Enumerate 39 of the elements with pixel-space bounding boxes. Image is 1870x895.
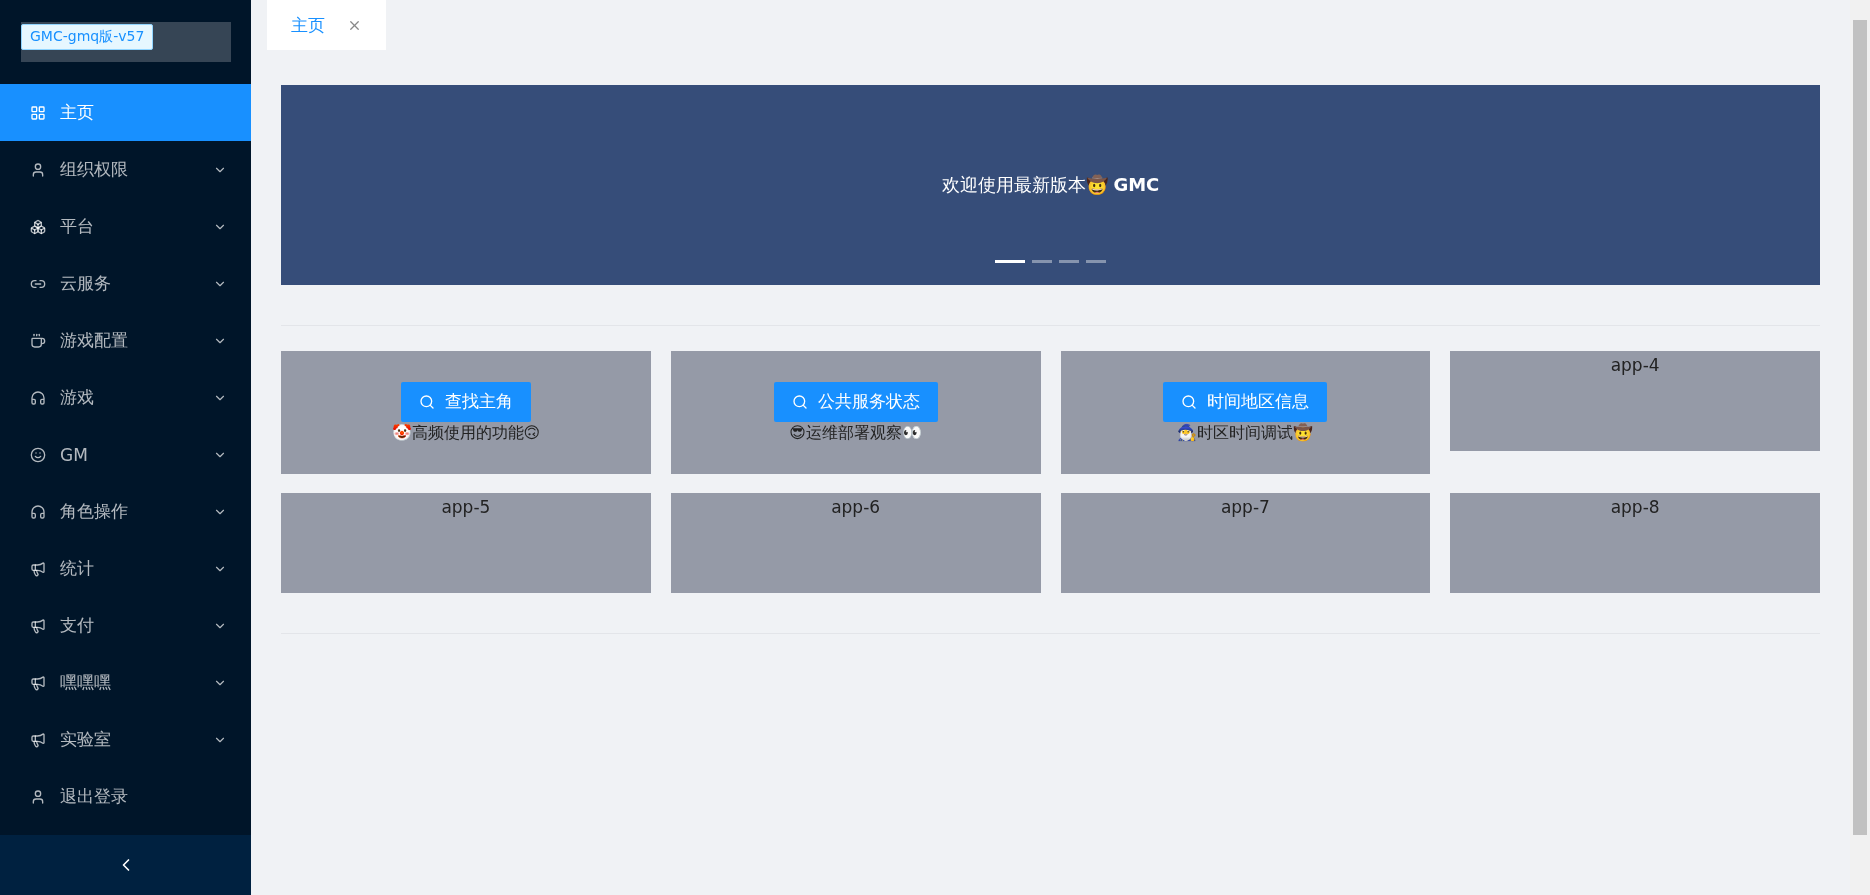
grid-icon bbox=[30, 104, 46, 121]
megaphone-icon bbox=[30, 560, 46, 577]
app-caption: 🤡高频使用的功能🙃 bbox=[391, 422, 541, 444]
banner-text: 欢迎使用最新版本🤠 GMC bbox=[941, 173, 1160, 197]
menu-item[interactable]: 游戏配置 bbox=[0, 312, 251, 369]
app-caption: 🧙‍♂时区时间调试🤠 bbox=[1177, 422, 1314, 444]
headphones-icon bbox=[30, 389, 46, 406]
app-label: app-8 bbox=[1610, 497, 1660, 517]
megaphone-icon bbox=[30, 731, 46, 748]
headphones-icon bbox=[30, 503, 46, 520]
scrollbar[interactable] bbox=[1850, 0, 1870, 895]
menu-item[interactable]: 实验室 bbox=[0, 711, 251, 768]
megaphone-icon bbox=[30, 617, 46, 634]
app-label: app-4 bbox=[1610, 355, 1660, 375]
search-icon bbox=[1181, 393, 1198, 410]
user-icon bbox=[30, 161, 46, 178]
menu-item[interactable]: GM bbox=[0, 426, 251, 483]
menu-item[interactable]: 平台 bbox=[0, 198, 251, 255]
boxes-icon bbox=[30, 218, 46, 235]
menu-item[interactable]: 嘿嘿嘿 bbox=[0, 654, 251, 711]
megaphone-icon bbox=[30, 674, 46, 691]
collapse-button[interactable] bbox=[0, 835, 251, 895]
user-icon bbox=[30, 788, 46, 805]
menu-item[interactable]: 支付 bbox=[0, 597, 251, 654]
app-label: app-6 bbox=[831, 497, 881, 517]
app-label: app-5 bbox=[441, 497, 491, 517]
app-label: app-7 bbox=[1220, 497, 1270, 517]
face-icon bbox=[30, 446, 46, 463]
app-caption: 😎运维部署观察👀 bbox=[789, 422, 922, 444]
menu-item[interactable]: 组织权限 bbox=[0, 141, 251, 198]
search-icon bbox=[418, 393, 435, 410]
menu-item[interactable]: 统计 bbox=[0, 540, 251, 597]
menu-item[interactable]: 退出登录 bbox=[0, 768, 251, 825]
menu-item[interactable]: 云服务 bbox=[0, 255, 251, 312]
menu-item[interactable]: 角色操作 bbox=[0, 483, 251, 540]
search-icon bbox=[791, 393, 808, 410]
cup-icon bbox=[30, 332, 46, 349]
app-title: GMC-gmq版-v57 bbox=[21, 24, 154, 50]
menu-item[interactable]: 游戏 bbox=[0, 369, 251, 426]
